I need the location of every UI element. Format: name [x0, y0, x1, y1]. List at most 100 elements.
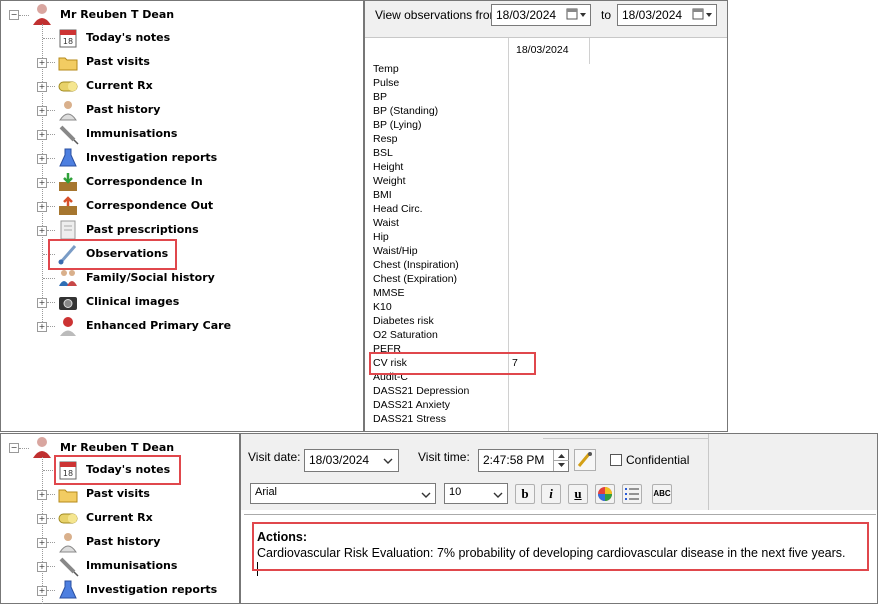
font-size-value: 10: [449, 486, 462, 498]
observation-row-label[interactable]: Waist: [373, 217, 399, 229]
tree-item-label[interactable]: Past visits: [86, 55, 150, 68]
observation-row-label[interactable]: Temp: [373, 63, 399, 75]
observation-row-label[interactable]: Chest (Expiration): [373, 273, 457, 285]
tree-item-label[interactable]: Past history: [86, 535, 160, 548]
patient-name[interactable]: Mr Reuben T Dean: [60, 8, 174, 21]
chevron-down-icon[interactable]: [421, 489, 431, 502]
expand-toggle[interactable]: +: [37, 154, 47, 164]
observation-row-label[interactable]: Weight: [373, 175, 406, 187]
confidential-checkbox[interactable]: [610, 454, 622, 466]
tree-item-label[interactable]: Current Rx: [86, 511, 153, 524]
underline-button[interactable]: u: [568, 484, 588, 504]
expand-toggle[interactable]: +: [37, 562, 47, 572]
tree-connector: [47, 494, 55, 495]
observation-row-label[interactable]: Chest (Inspiration): [373, 259, 459, 271]
cv-risk-highlight: [369, 352, 536, 375]
doctor-icon: [57, 531, 79, 553]
expand-toggle[interactable]: +: [37, 322, 47, 332]
tree-item-label[interactable]: Family/Social history: [86, 271, 215, 284]
svg-text:18: 18: [63, 37, 73, 46]
outbox-icon: [57, 195, 79, 217]
observation-row-label[interactable]: Resp: [373, 133, 398, 145]
expand-toggle[interactable]: +: [37, 538, 47, 548]
calendar-dropdown-icon[interactable]: [566, 8, 586, 22]
observation-row-label[interactable]: O2 Saturation: [373, 329, 438, 341]
observation-row-label[interactable]: BMI: [373, 189, 392, 201]
flask-icon: [57, 579, 79, 601]
tree-item-label[interactable]: Past visits: [86, 487, 150, 500]
observation-row-label[interactable]: DASS21 Anxiety: [373, 399, 450, 411]
observation-row-label[interactable]: K10: [373, 301, 392, 313]
observation-row-label[interactable]: Hip: [373, 231, 389, 243]
prescription-icon: [57, 219, 79, 241]
observation-row-label[interactable]: MMSE: [373, 287, 405, 299]
expand-toggle[interactable]: +: [37, 58, 47, 68]
collapse-toggle[interactable]: −: [9, 10, 19, 20]
tree-connector: [19, 15, 29, 16]
italic-button[interactable]: i: [541, 484, 561, 504]
camera-icon: [57, 291, 79, 313]
italic-icon: i: [549, 486, 553, 501]
observation-row-label[interactable]: Height: [373, 161, 403, 173]
set-time-icon[interactable]: [574, 449, 596, 471]
tree-item-label[interactable]: Investigation reports: [86, 583, 217, 596]
tree-item-label[interactable]: Correspondence Out: [86, 199, 213, 212]
tree-item-label[interactable]: Enhanced Primary Care: [86, 319, 231, 332]
expand-toggle[interactable]: +: [37, 226, 47, 236]
observation-row-label[interactable]: DASS21 Stress: [373, 413, 446, 425]
observation-row-label[interactable]: Waist/Hip: [373, 245, 418, 257]
tree-connector: [19, 448, 29, 449]
font-name-select[interactable]: Arial: [250, 483, 436, 504]
tree-item-label[interactable]: Clinical images: [86, 295, 179, 308]
toolbar-divider: [708, 434, 709, 510]
tree-item-label[interactable]: Current Rx: [86, 79, 153, 92]
to-label: to: [601, 8, 612, 22]
spell-check-button[interactable]: abc: [652, 484, 672, 504]
patient-name[interactable]: Mr Reuben T Dean: [60, 441, 174, 454]
tree-item-label[interactable]: Today's notes: [86, 31, 170, 44]
expand-toggle[interactable]: +: [37, 106, 47, 116]
observation-row-label[interactable]: BP: [373, 91, 387, 103]
text-color-button[interactable]: [595, 484, 615, 504]
observation-row-label[interactable]: Head Circ.: [373, 203, 423, 215]
confidential-label: Confidential: [626, 453, 690, 467]
tree-item-label[interactable]: Investigation reports: [86, 151, 217, 164]
expand-toggle[interactable]: +: [37, 586, 47, 596]
folder-icon: [57, 483, 79, 505]
observation-row-label[interactable]: BSL: [373, 147, 393, 159]
expand-toggle[interactable]: +: [37, 130, 47, 140]
expand-toggle[interactable]: +: [37, 514, 47, 524]
tree-item-label[interactable]: Immunisations: [86, 127, 177, 140]
calendar-dropdown-icon[interactable]: [692, 8, 712, 22]
tree-item-label[interactable]: Correspondence In: [86, 175, 203, 188]
expand-toggle[interactable]: +: [37, 82, 47, 92]
doctor-icon: [57, 99, 79, 121]
notes-highlight: [252, 522, 869, 571]
tree-item-label[interactable]: Immunisations: [86, 559, 177, 572]
expand-toggle[interactable]: +: [37, 298, 47, 308]
expand-toggle[interactable]: +: [37, 178, 47, 188]
observation-row-label[interactable]: BP (Lying): [373, 119, 421, 131]
grid-line: [589, 38, 590, 64]
observation-row-label[interactable]: Diabetes risk: [373, 315, 434, 327]
chevron-down-icon[interactable]: [383, 455, 393, 468]
epc-icon: [57, 315, 79, 337]
bullet-list-button[interactable]: [622, 484, 642, 504]
chevron-down-icon[interactable]: [493, 489, 503, 502]
expand-toggle[interactable]: +: [37, 490, 47, 500]
bold-button[interactable]: b: [515, 484, 535, 504]
tree-item-label[interactable]: Past history: [86, 103, 160, 116]
expand-toggle[interactable]: +: [37, 202, 47, 212]
observation-row-label[interactable]: Pulse: [373, 77, 399, 89]
visit-date-value: 18/03/2024: [309, 453, 370, 467]
observation-row-label[interactable]: DASS21 Depression: [373, 385, 469, 397]
tree-connector: [47, 62, 55, 63]
tree-connector: [47, 326, 55, 327]
time-spinner[interactable]: [553, 450, 569, 471]
tree-item-label[interactable]: Past prescriptions: [86, 223, 199, 236]
observation-row-label[interactable]: BP (Standing): [373, 105, 438, 117]
collapse-toggle[interactable]: −: [9, 443, 19, 453]
spell-check-icon: abc: [653, 489, 671, 498]
visit-time-label: Visit time:: [418, 450, 470, 464]
tree-connector: [47, 158, 55, 159]
